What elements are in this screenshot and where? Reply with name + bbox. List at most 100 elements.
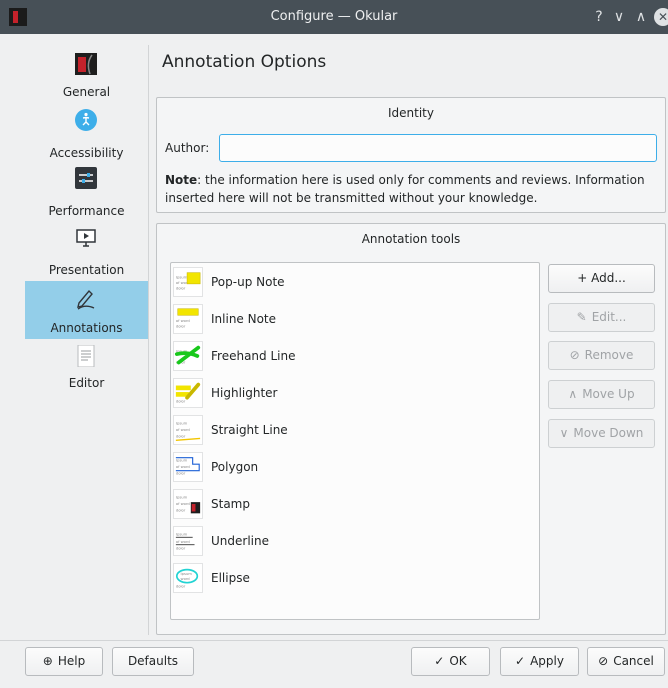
help-button[interactable]: ⊕ Help [25,647,103,676]
minimize-icon[interactable]: ∨ [610,8,628,26]
svg-text:Ipsum: Ipsum [176,495,188,499]
help-window-icon[interactable]: ? [590,8,608,26]
editor-document-icon [77,345,95,367]
maximize-icon[interactable]: ∧ [632,8,650,26]
cancel-label: Cancel [613,654,654,668]
window-title: Configure — Okular [270,9,398,24]
move-down-button[interactable]: ∨ Move Down [548,419,655,448]
move-up-button[interactable]: ∧ Move Up [548,380,655,409]
annotation-tools-group-title: Annotation tools [361,232,461,246]
sidebar-item-presentation[interactable]: Presentation [25,222,148,280]
underline-icon: Ipsum of word dolor [173,526,203,556]
sidebar-item-performance[interactable]: Performance [25,163,148,221]
sidebar-item-editor[interactable]: Editor [25,340,148,398]
defaults-button[interactable]: Defaults [112,647,194,676]
checkmark-icon: ✓ [434,654,445,668]
freehand-line-icon: Ipsum dolor [173,341,203,371]
tool-label: Highlighter [211,386,278,400]
remove-circle-icon: ⊘ [569,348,580,362]
sidebar-item-label: General [62,85,111,99]
apply-label: Apply [530,654,564,668]
svg-text:dolor: dolor [176,286,186,290]
svg-text:of word: of word [176,319,191,323]
ellipse-icon: Ipsum word dolor [173,563,203,593]
remove-tool-button[interactable]: ⊘ Remove [548,341,655,370]
svg-text:dolor: dolor [176,434,186,438]
sidebar-item-general[interactable]: General [25,45,148,103]
accessibility-icon [75,109,97,131]
remove-tool-label: Remove [584,348,634,362]
list-item-freehand-line[interactable]: Ipsum dolor Freehand Line [171,338,539,375]
settings-sidebar: General Accessibility Performance Presen… [25,45,148,635]
window-titlebar: Configure — Okular ? ∨ ∧ ✕ [0,0,668,34]
edit-tool-label: Edit... [591,310,627,324]
list-item-underline[interactable]: Ipsum of word dolor Underline [171,523,539,560]
sidebar-item-label: Editor [68,376,105,390]
tool-label: Freehand Line [211,349,296,363]
author-input[interactable] [219,134,657,162]
svg-text:of word: of word [176,428,191,432]
list-item-inline-note[interactable]: of word dolor Inline Note [171,301,539,338]
tool-label: Straight Line [211,423,288,437]
svg-text:of word: of word [176,502,191,506]
svg-text:Ipsum: Ipsum [176,458,188,462]
sidebar-divider [148,45,149,635]
footer-divider [0,640,668,641]
cancel-button[interactable]: ⊘ Cancel [587,647,665,676]
inline-note-icon: of word dolor [173,304,203,334]
svg-text:dolor: dolor [176,471,186,475]
note-text: : the information here is used only for … [165,173,645,205]
sidebar-item-label: Annotations [50,321,123,335]
okular-logo-icon [75,53,97,75]
list-item-polygon[interactable]: Ipsum of word dolor Polygon [171,449,539,486]
annotation-tools-list[interactable]: Ipsum of word dolor Pop-up Note of word … [170,262,540,620]
sidebar-item-annotations[interactable]: Annotations [25,281,148,339]
tool-label: Polygon [211,460,259,474]
sidebar-item-label: Performance [48,204,125,218]
apply-button[interactable]: ✓ Apply [500,647,579,676]
list-item-popup-note[interactable]: Ipsum of word dolor Pop-up Note [171,264,539,301]
tool-label: Inline Note [211,312,277,326]
move-down-label: Move Down [573,426,644,440]
svg-text:Ipsum: Ipsum [176,421,188,425]
svg-text:dolor: dolor [176,324,186,328]
close-icon[interactable]: ✕ [654,8,668,26]
svg-text:Ipsum: Ipsum [176,275,188,279]
svg-text:dolor: dolor [176,546,186,550]
list-item-ellipse[interactable]: Ipsum word dolor Ellipse [171,560,539,597]
svg-text:of word: of word [176,465,191,469]
edit-tool-button[interactable]: ✎ Edit... [548,303,655,332]
help-lifebuoy-icon: ⊕ [42,654,53,668]
add-tool-button[interactable]: + Add... [548,264,655,293]
stamp-icon: Ipsum of word dolor [173,489,203,519]
straight-line-icon: Ipsum of word dolor [173,415,203,445]
tool-label: Stamp [211,497,250,511]
svg-text:dolor: dolor [176,508,186,512]
polygon-icon: Ipsum of word dolor [173,452,203,482]
page-title: Annotation Options [162,52,327,72]
tool-label: Pop-up Note [211,275,285,289]
presentation-icon [76,229,96,247]
highlighter-icon: dolor [173,378,203,408]
ok-label: OK [449,654,467,668]
ok-button[interactable]: ✓ OK [411,647,490,676]
svg-text:word: word [181,577,191,581]
note-bold-label: Note [165,173,198,187]
list-item-stamp[interactable]: Ipsum of word dolor Stamp [171,486,539,523]
popup-note-icon: Ipsum of word dolor [173,267,203,297]
chevron-up-icon: ∧ [568,387,578,401]
annotation-pen-icon [77,289,95,310]
performance-icon [75,167,97,189]
svg-text:Ipsum: Ipsum [176,532,188,536]
checkmark-icon: ✓ [515,654,526,668]
sidebar-item-label: Accessibility [49,146,124,160]
list-item-straight-line[interactable]: Ipsum of word dolor Straight Line [171,412,539,449]
author-label: Author: [165,141,210,155]
list-item-highlighter[interactable]: dolor Highlighter [171,375,539,412]
help-label: Help [57,654,86,668]
sidebar-item-accessibility[interactable]: Accessibility [25,104,148,162]
svg-text:dolor: dolor [176,399,186,403]
sidebar-item-label: Presentation [48,263,125,277]
move-up-label: Move Up [582,387,635,401]
pencil-icon: ✎ [576,310,587,324]
